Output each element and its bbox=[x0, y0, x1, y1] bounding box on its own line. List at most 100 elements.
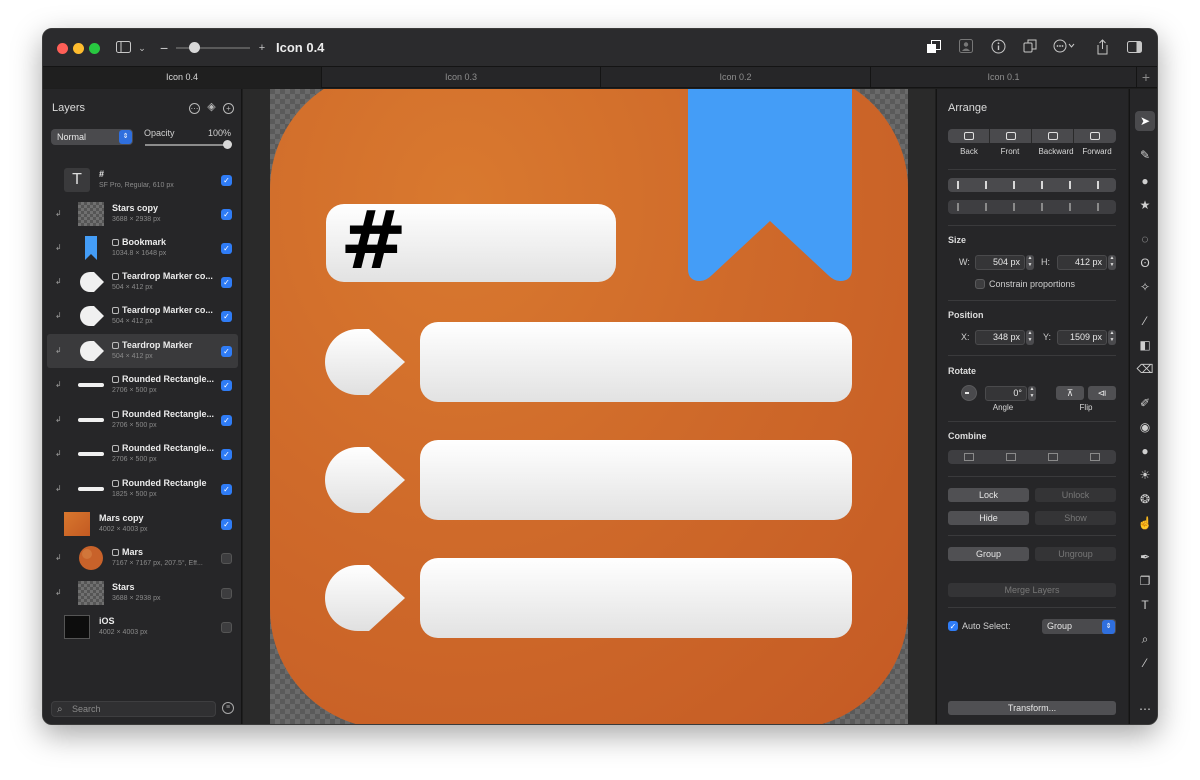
zoom-icon[interactable]: ⌕ bbox=[1135, 629, 1155, 649]
filter-icon[interactable]: ≡ bbox=[222, 702, 234, 714]
tab-icon-0-4[interactable]: Icon 0.4 bbox=[43, 67, 322, 88]
duplicate-icon[interactable] bbox=[1021, 39, 1039, 57]
paint-drops-icon[interactable]: ❂ bbox=[1135, 489, 1155, 509]
layer-visibility-checkbox[interactable]: ✓ bbox=[221, 243, 232, 254]
arrow-tool-icon[interactable]: ➤ bbox=[1135, 111, 1155, 131]
layer-row[interactable]: ↲ Rounded Rectangle 1825 × 500 px ✓ bbox=[47, 472, 238, 506]
flip-horizontal-button[interactable]: ⧏ bbox=[1088, 386, 1116, 400]
combine-exclude-icon[interactable] bbox=[1090, 453, 1100, 461]
sidebar-toggle-icon[interactable] bbox=[115, 39, 131, 57]
height-stepper[interactable]: ▲ ▼ bbox=[1108, 255, 1116, 270]
constrain-checkbox[interactable] bbox=[975, 279, 985, 289]
layer-row[interactable]: ↲ Teardrop Marker co... 504 × 412 px ✓ bbox=[47, 299, 238, 333]
transform-button[interactable]: Transform... bbox=[948, 701, 1116, 715]
teardrop-marker-3[interactable] bbox=[325, 565, 407, 631]
layer-visibility-checkbox[interactable]: ✓ bbox=[221, 622, 232, 633]
align-top-icon[interactable] bbox=[1041, 181, 1051, 189]
layer-row[interactable]: ↲ Rounded Rectangle... 2706 × 500 px ✓ bbox=[47, 437, 238, 471]
layer-visibility-checkbox[interactable]: ✓ bbox=[221, 415, 232, 426]
layer-row[interactable]: Mars copy 4002 × 4003 px ✓ bbox=[47, 507, 238, 541]
layer-search-input[interactable]: ⌕ Search bbox=[51, 701, 216, 717]
unlock-button[interactable]: Unlock bbox=[1035, 488, 1116, 502]
auto-select-checkbox[interactable]: ✓ bbox=[948, 621, 958, 631]
pencil-icon[interactable]: ✐ bbox=[1135, 393, 1155, 413]
layer-visibility-checkbox[interactable]: ✓ bbox=[221, 588, 232, 599]
align-center-icon[interactable] bbox=[985, 181, 995, 189]
width-stepper[interactable]: ▲ ▼ bbox=[1026, 255, 1034, 270]
shape-stack-icon[interactable]: ❐ bbox=[1135, 571, 1155, 591]
layer-options-icon[interactable]: ⋯ bbox=[189, 103, 200, 114]
forward-button[interactable] bbox=[1074, 129, 1116, 143]
canvas-area[interactable]: # bbox=[243, 89, 935, 724]
layer-row[interactable]: ↲ Rounded Rectangle... 2706 × 500 px ✓ bbox=[47, 403, 238, 437]
combine-union-icon[interactable] bbox=[964, 453, 974, 461]
flip-vertical-button[interactable]: ⊼ bbox=[1056, 386, 1084, 400]
layer-row[interactable]: ↲ Bookmark 1034.8 × 1648 px ✓ bbox=[47, 231, 238, 265]
hide-button[interactable]: Hide bbox=[948, 511, 1029, 525]
height-field[interactable]: 412 px bbox=[1057, 255, 1107, 270]
merge-layers-button[interactable]: Merge Layers bbox=[948, 583, 1116, 597]
front-button[interactable] bbox=[990, 129, 1032, 143]
width-field[interactable]: 504 px bbox=[975, 255, 1025, 270]
y-stepper[interactable]: ▲ ▼ bbox=[1108, 330, 1116, 345]
more-icon[interactable]: ⋯ bbox=[1135, 699, 1155, 719]
show-button[interactable]: Show bbox=[1035, 511, 1116, 525]
ellipse-select-icon[interactable]: ◌ bbox=[1135, 229, 1155, 249]
pen-icon[interactable]: ✒ bbox=[1135, 547, 1155, 567]
magic-wand-icon[interactable]: ✧ bbox=[1135, 277, 1155, 297]
angle-field[interactable]: 0° bbox=[985, 386, 1027, 401]
tab-icon-0-3[interactable]: Icon 0.3 bbox=[322, 67, 601, 88]
layer-visibility-checkbox[interactable]: ✓ bbox=[221, 277, 232, 288]
info-icon[interactable] bbox=[989, 39, 1007, 58]
layer-visibility-checkbox[interactable]: ✓ bbox=[221, 449, 232, 460]
paint-bucket-icon[interactable]: ✎ bbox=[1135, 145, 1155, 165]
layer-stack-icon[interactable]: ◈ bbox=[206, 102, 217, 114]
y-field[interactable]: 1509 px bbox=[1057, 330, 1107, 345]
tab-icon-0-1[interactable]: Icon 0.1 bbox=[871, 67, 1137, 88]
back-button[interactable] bbox=[948, 129, 990, 143]
more-options-icon[interactable] bbox=[1053, 39, 1077, 57]
gradient-icon[interactable]: ◧ bbox=[1135, 335, 1155, 355]
distribute-middle-icon[interactable] bbox=[985, 203, 995, 211]
layer-visibility-checkbox[interactable]: ✓ bbox=[221, 553, 232, 564]
close-button[interactable] bbox=[57, 43, 68, 54]
zoom-slider-knob[interactable] bbox=[189, 42, 200, 53]
distribute-left-icon[interactable] bbox=[1041, 203, 1051, 211]
zoom-slider-track[interactable] bbox=[176, 47, 250, 49]
add-tab-button[interactable]: + bbox=[1135, 67, 1157, 88]
eyedropper-icon[interactable]: ⁄ bbox=[1135, 653, 1155, 673]
zoom-window-button[interactable] bbox=[89, 43, 100, 54]
list-bar-1[interactable] bbox=[420, 322, 852, 402]
list-bar-3[interactable] bbox=[420, 558, 852, 638]
opacity-slider-knob[interactable] bbox=[223, 140, 232, 149]
combine-intersect-icon[interactable] bbox=[1048, 453, 1058, 461]
group-button[interactable]: Group bbox=[948, 547, 1029, 561]
layer-row[interactable]: T # SF Pro, Regular, 610 px ✓ bbox=[47, 163, 238, 197]
lasso-icon[interactable]: ʘ bbox=[1135, 253, 1155, 273]
mode-switch-icon[interactable] bbox=[925, 39, 943, 59]
align-middle-icon[interactable] bbox=[1069, 181, 1079, 189]
ungroup-button[interactable]: Ungroup bbox=[1035, 547, 1116, 561]
zoom-out-button[interactable]: − bbox=[160, 39, 168, 57]
layer-row-selected[interactable]: ↲ Teardrop Marker 504 × 412 px ✓ bbox=[47, 334, 238, 368]
lock-button[interactable]: Lock bbox=[948, 488, 1029, 502]
combine-subtract-icon[interactable] bbox=[1006, 453, 1016, 461]
teardrop-marker-1[interactable] bbox=[325, 329, 407, 395]
align-right-icon[interactable] bbox=[1013, 181, 1023, 189]
distribute-right-icon[interactable] bbox=[1097, 203, 1107, 211]
blend-mode-select[interactable]: Normal ⇕ bbox=[51, 129, 133, 145]
eraser-icon[interactable]: ⌫ bbox=[1135, 359, 1155, 379]
zoom-in-button[interactable]: + bbox=[257, 39, 267, 57]
inspector-toggle-icon[interactable] bbox=[1125, 39, 1143, 57]
backward-button[interactable] bbox=[1032, 129, 1074, 143]
text-tool-icon[interactable]: T bbox=[1135, 595, 1155, 615]
tab-icon-0-2[interactable]: Icon 0.2 bbox=[601, 67, 871, 88]
star-icon[interactable]: ★ bbox=[1135, 195, 1155, 215]
align-left-icon[interactable] bbox=[957, 181, 967, 189]
layer-visibility-checkbox[interactable]: ✓ bbox=[221, 311, 232, 322]
x-field[interactable]: 348 px bbox=[975, 330, 1025, 345]
minimize-button[interactable] bbox=[73, 43, 84, 54]
layer-visibility-checkbox[interactable]: ✓ bbox=[221, 346, 232, 357]
clone-icon[interactable]: ◉ bbox=[1135, 417, 1155, 437]
list-bar-2[interactable] bbox=[420, 440, 852, 520]
